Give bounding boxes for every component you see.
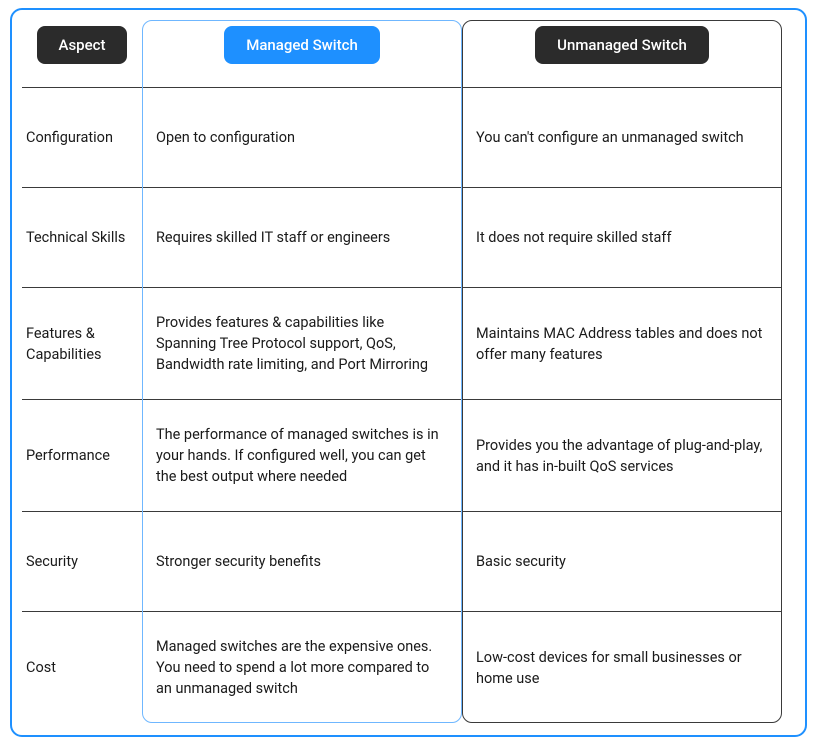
row-aspect: Features & Capabilities xyxy=(22,288,142,400)
header-spacer-aspect xyxy=(22,70,142,88)
row-managed: Provides features & capabilities like Sp… xyxy=(142,288,462,400)
row-unmanaged: You can't configure an unmanaged switch xyxy=(462,88,782,188)
row-aspect: Technical Skills xyxy=(22,188,142,288)
row-unmanaged: It does not require skilled staff xyxy=(462,188,782,288)
row-managed: Managed switches are the expensive ones.… xyxy=(142,612,462,723)
managed-header-label: Managed Switch xyxy=(224,26,380,64)
header-unmanaged: Unmanaged Switch xyxy=(462,20,782,70)
comparison-table-frame: Aspect Managed Switch Unmanaged Switch C… xyxy=(10,8,807,737)
header-spacer-managed xyxy=(142,70,462,88)
aspect-header-label: Aspect xyxy=(37,26,128,64)
row-aspect: Performance xyxy=(22,400,142,512)
row-unmanaged: Maintains MAC Address tables and does no… xyxy=(462,288,782,400)
row-aspect: Security xyxy=(22,512,142,612)
comparison-grid: Aspect Managed Switch Unmanaged Switch C… xyxy=(22,20,795,723)
row-managed: Requires skilled IT staff or engineers xyxy=(142,188,462,288)
row-aspect: Cost xyxy=(22,612,142,723)
row-unmanaged: Basic security xyxy=(462,512,782,612)
row-managed: The performance of managed switches is i… xyxy=(142,400,462,512)
row-managed: Open to configuration xyxy=(142,88,462,188)
row-unmanaged: Low-cost devices for small businesses or… xyxy=(462,612,782,723)
header-managed: Managed Switch xyxy=(142,20,462,70)
row-unmanaged: Provides you the advantage of plug-and-p… xyxy=(462,400,782,512)
header-spacer-unmanaged xyxy=(462,70,782,88)
row-aspect: Configuration xyxy=(22,88,142,188)
header-aspect: Aspect xyxy=(22,20,142,70)
unmanaged-header-label: Unmanaged Switch xyxy=(535,26,709,64)
row-managed: Stronger security benefits xyxy=(142,512,462,612)
